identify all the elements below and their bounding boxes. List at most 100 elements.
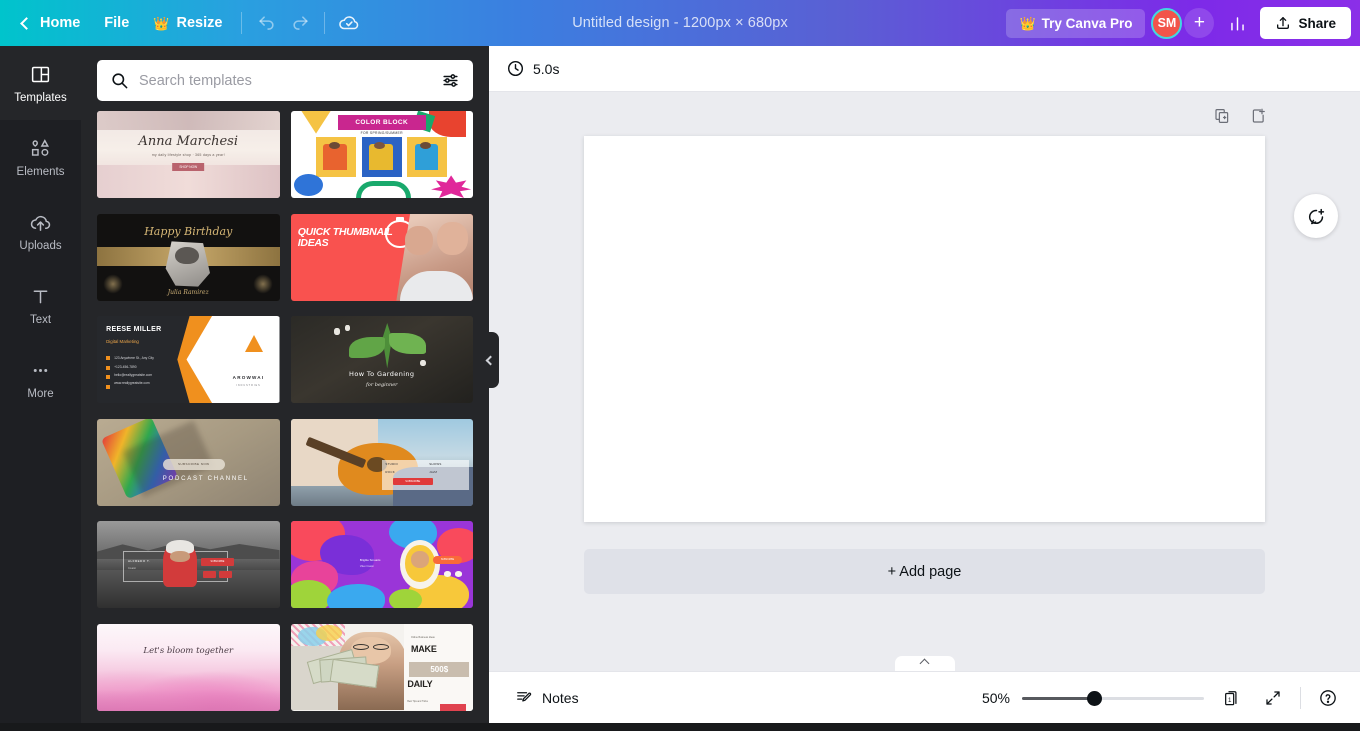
template-contact: +123-456-7890 [114, 364, 137, 369]
try-canva-pro-button[interactable]: 👑 Try Canva Pro [1006, 8, 1146, 38]
notes-button[interactable]: Notes [506, 682, 588, 713]
template-subtitle: for beginner [365, 382, 398, 389]
template-title: How To Gardening [349, 369, 415, 378]
notes-label: Notes [542, 689, 579, 706]
template-title: ALFREDO T. [128, 559, 151, 564]
template-tag: SHOWS [429, 462, 442, 466]
file-menu-button[interactable]: File [92, 8, 141, 38]
sidebar-item-label: Text [29, 313, 52, 326]
sidebar-item-uploads[interactable]: Uploads [0, 194, 81, 268]
template-brand-sub: INDUSTRIES [236, 384, 261, 388]
template-contact: 123 Anywhere St., Any City [114, 356, 154, 361]
list-item[interactable]: Online Business Ideas MAKE 500$ DAILY Be… [290, 623, 473, 711]
text-icon [29, 285, 53, 309]
sidebar-item-templates[interactable]: Templates [0, 46, 81, 120]
collapse-panel-button[interactable] [479, 332, 499, 388]
template-subtitle: Video Creator [359, 566, 374, 569]
template-thumb-colorful-blob: Brigitte Smuarts Video Creator SUBSCRIBE [290, 521, 473, 608]
help-icon [1320, 689, 1336, 706]
template-subtitle: Creator [128, 567, 136, 571]
avatar[interactable]: SM [1151, 7, 1183, 39]
template-button: SUBSCRIBE [432, 555, 463, 565]
add-page-icon [1252, 108, 1265, 123]
add-page-bar-button[interactable]: + Add page [584, 549, 1265, 594]
editor-area: 5.0s + Add page Notes 50% 1 [489, 46, 1360, 723]
list-item[interactable]: COLOR BLOCK FOR SPRING/SUMMER [290, 111, 473, 198]
sidebar-item-label: Templates [14, 91, 67, 104]
template-title-3: DAILY [407, 679, 433, 690]
sidebar-item-text[interactable]: Text [0, 268, 81, 342]
duplicate-page-button[interactable] [1207, 101, 1237, 131]
add-page-button[interactable] [1244, 101, 1274, 131]
redo-button[interactable] [283, 7, 317, 39]
template-thumb-lets-bloom: Let's bloom together [97, 623, 280, 711]
expand-icon [1266, 690, 1280, 705]
upload-icon [1277, 17, 1290, 29]
bottom-bar: Notes 50% 1 [489, 671, 1360, 723]
template-button: SUBSCRIBE [201, 557, 234, 567]
template-title-2: 500$ [409, 661, 470, 677]
elements-icon [29, 137, 53, 161]
sidebar-item-label: More [27, 387, 54, 400]
list-item[interactable]: Brigitte Smuarts Video Creator SUBSCRIBE [290, 521, 473, 608]
analytics-button[interactable] [1220, 7, 1254, 39]
template-title: COLOR BLOCK [337, 115, 426, 131]
sidebar-item-elements[interactable]: Elements [0, 120, 81, 194]
more-icon [29, 359, 53, 383]
search-section [81, 46, 489, 111]
undo-icon [259, 15, 274, 30]
template-thumb-podcast-channel: SUBSCRIBE NOW PODCAST CHANNEL [97, 418, 280, 506]
list-item[interactable]: QUICK THUMBNAIL IDEAS [290, 213, 473, 301]
list-item[interactable]: SUBSCRIBE NOW PODCAST CHANNEL [97, 418, 280, 506]
undo-button[interactable] [249, 7, 283, 39]
template-title: Happy Birthday [144, 224, 233, 238]
template-thumb-reese-miller: REESE MILLER Digital Marketing 123 Anywh… [97, 316, 280, 403]
header-divider-2 [324, 12, 326, 34]
page-manager-button[interactable]: 1 [1216, 683, 1246, 713]
pages-icon: 1 [1225, 690, 1237, 705]
list-item[interactable]: Let's bloom together [97, 623, 280, 711]
home-button[interactable]: Home [10, 8, 92, 38]
list-item[interactable]: ALFREDO T. Creator SUBSCRIBE [97, 521, 280, 608]
template-button: SUBSCRIBE [392, 477, 433, 485]
search-icon [112, 73, 128, 89]
filter-icon[interactable] [441, 71, 460, 90]
search-input[interactable] [139, 72, 431, 89]
share-button[interactable]: Share [1260, 7, 1351, 39]
zoom-slider-fill [1022, 696, 1095, 700]
resize-button[interactable]: 👑 Resize [141, 8, 234, 38]
add-comment-button[interactable] [1294, 194, 1338, 238]
list-item[interactable]: Happy Birthday Julia Ramirez [97, 213, 280, 301]
templates-panel: Anna Marchesi my daily lifestyle shop · … [81, 46, 489, 723]
chevron-up-icon [919, 658, 930, 669]
sidebar-item-more[interactable]: More [0, 342, 81, 416]
template-title: Brigitte Smuarts [359, 557, 381, 562]
list-item[interactable]: REESE MILLER Digital Marketing 123 Anywh… [97, 316, 280, 403]
search-box[interactable] [97, 60, 473, 101]
file-label: File [104, 15, 130, 31]
crown-icon: 👑 [1019, 15, 1036, 31]
analytics-icon [1231, 16, 1244, 31]
help-button[interactable] [1313, 683, 1343, 713]
template-tag: STUDIO [385, 462, 399, 466]
zoom-slider-thumb[interactable] [1087, 690, 1103, 706]
templates-icon [29, 63, 53, 87]
notes-icon [517, 692, 532, 702]
list-item[interactable]: Anna Marchesi my daily lifestyle shop · … [97, 111, 280, 198]
template-thumb-make-500-daily: Online Business Ideas MAKE 500$ DAILY Be… [290, 623, 473, 711]
template-thumb-quick-thumbnail: QUICK THUMBNAIL IDEAS [290, 213, 473, 301]
add-collaborator-button[interactable]: + [1184, 8, 1215, 38]
list-item[interactable]: STUDIO SHOWS ROCK JAZZ SUBSCRIBE [290, 418, 473, 506]
sidebar-item-label: Uploads [19, 239, 62, 252]
bottom-divider [1300, 686, 1301, 709]
zoom-slider[interactable] [1022, 689, 1204, 707]
design-canvas[interactable] [584, 136, 1265, 522]
notes-panel-handle[interactable] [894, 656, 955, 671]
template-thumb-alfredo-lake: ALFREDO T. Creator SUBSCRIBE [97, 521, 280, 608]
fullscreen-button[interactable] [1258, 683, 1288, 713]
left-rail: Templates Elements Uploads Text More [0, 46, 81, 723]
cloud-saved-button[interactable] [332, 7, 366, 39]
template-button: SUBSCRIBE NOW [162, 458, 225, 470]
list-item[interactable]: How To Gardening for beginner [290, 316, 473, 403]
redo-icon [293, 15, 308, 30]
